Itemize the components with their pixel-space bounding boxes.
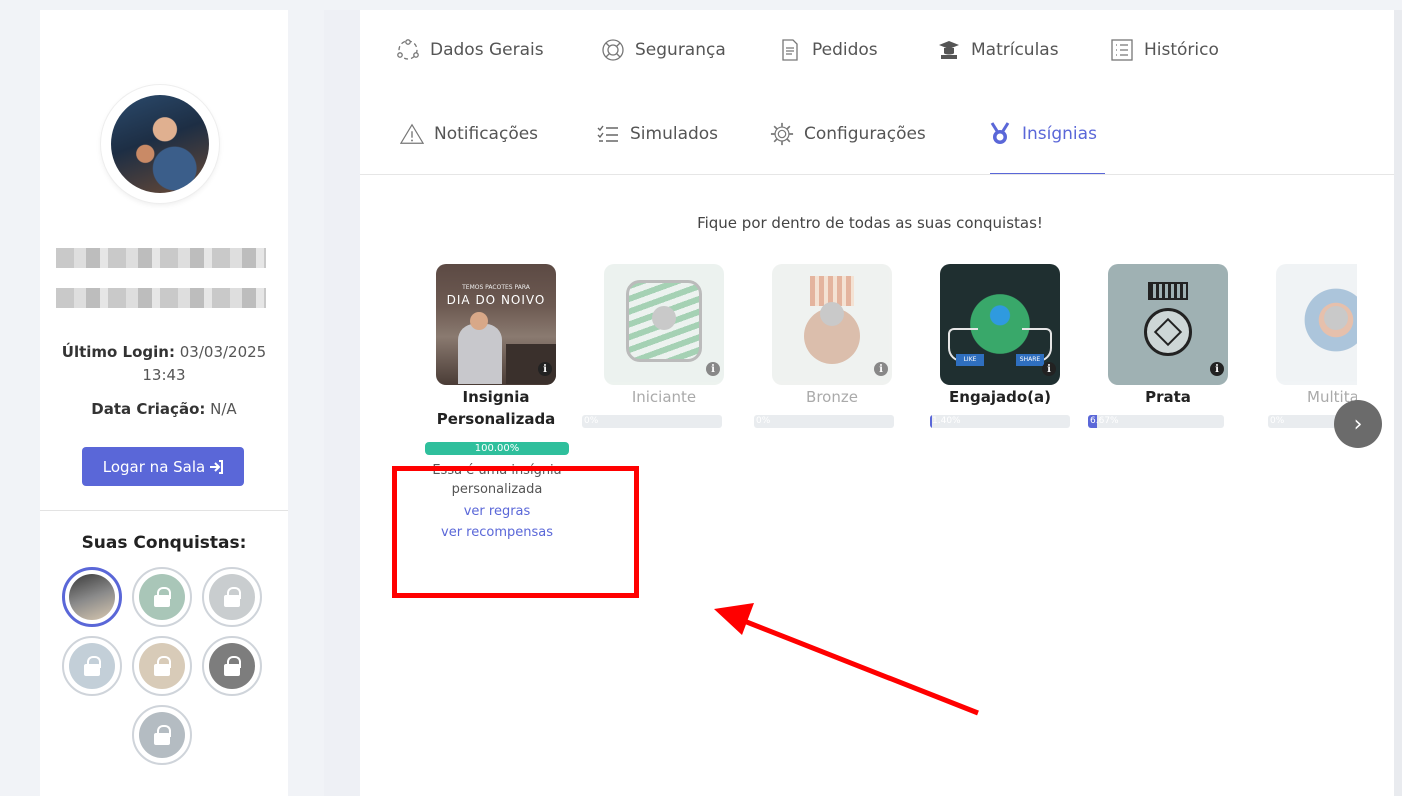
annotation-highlight-box	[392, 466, 639, 598]
lock-icon	[223, 587, 241, 607]
lock-icon	[153, 725, 171, 745]
last-login-time: 13:43	[142, 366, 186, 384]
last-login: Último Login: 03/03/2025	[61, 343, 267, 361]
achievements-title: Suas Conquistas:	[81, 533, 247, 553]
document-icon	[778, 38, 802, 62]
gear-icon	[770, 122, 794, 146]
tab-simulados[interactable]: Simulados	[596, 122, 718, 146]
custom-badge-progress: 100.00%	[425, 442, 569, 455]
warning-icon	[400, 122, 424, 146]
info-icon[interactable]: i	[1210, 362, 1224, 376]
tab-configuracoes[interactable]: Configurações	[770, 122, 926, 146]
info-icon[interactable]: i	[1042, 362, 1056, 376]
user-circle-icon	[396, 38, 420, 62]
insignias-subtitle: Fique por dentro de todas as suas conqui…	[697, 214, 1043, 232]
lock-icon	[223, 656, 241, 676]
lock-icon	[153, 656, 171, 676]
graduate-icon	[937, 38, 961, 62]
tabs-border	[360, 174, 1394, 175]
info-icon[interactable]: i	[874, 362, 888, 376]
carousel-next-button[interactable]: ›	[1334, 400, 1382, 448]
login-room-button[interactable]: Logar na Sala	[82, 447, 244, 486]
tab-dados-gerais[interactable]: Dados Gerais	[396, 38, 544, 62]
tab-matriculas[interactable]: Matrículas	[937, 38, 1059, 62]
chevron-right-icon: ›	[1353, 411, 1363, 437]
redacted-name	[56, 248, 266, 268]
achievement-rubi[interactable]	[202, 636, 262, 696]
progress-bar: 0%	[582, 415, 722, 428]
profile-card: Último Login: 03/03/2025 13:43 Data Cria…	[40, 10, 288, 796]
avatar-photo	[111, 95, 209, 193]
achievement-iniciante[interactable]	[132, 567, 192, 627]
tab-historico[interactable]: Histórico	[1110, 38, 1219, 62]
tab-notificacoes[interactable]: Notificações	[400, 122, 538, 146]
checklist-icon	[596, 122, 620, 146]
annotation-arrow-icon	[714, 603, 979, 716]
achievement-ouro[interactable]	[132, 636, 192, 696]
tab-insignias[interactable]: Insígnias	[988, 122, 1097, 146]
tab-seguranca[interactable]: Segurança	[601, 38, 726, 62]
info-icon[interactable]: i	[538, 362, 552, 376]
divider	[40, 510, 288, 511]
medal-icon	[988, 122, 1012, 146]
badge-image	[1276, 264, 1357, 385]
redacted-email	[56, 288, 266, 308]
lock-icon	[83, 656, 101, 676]
avatar	[101, 85, 219, 203]
lifebuoy-icon	[601, 38, 625, 62]
creation-date: Data Criação: N/A	[91, 400, 237, 418]
login-arrow-icon	[210, 459, 224, 474]
tab-pedidos[interactable]: Pedidos	[778, 38, 878, 62]
info-icon[interactable]: i	[706, 362, 720, 376]
list-icon	[1110, 38, 1134, 62]
lock-icon	[153, 587, 171, 607]
progress-bar: 0%	[754, 415, 894, 428]
achievement-bronze[interactable]	[202, 567, 262, 627]
gutter	[324, 10, 360, 796]
achievement-multitarefa[interactable]	[62, 636, 122, 696]
progress-bar: 1.40%	[930, 415, 1070, 428]
scrollbar-track	[1394, 10, 1402, 796]
achievement-platina[interactable]	[132, 705, 192, 765]
achievement-custom[interactable]	[62, 567, 122, 627]
progress-bar: 6.67%	[1088, 415, 1224, 428]
badges-carousel: TEMOS PACOTES PARA DIA DO NOIVO i Insign…	[420, 264, 1357, 464]
